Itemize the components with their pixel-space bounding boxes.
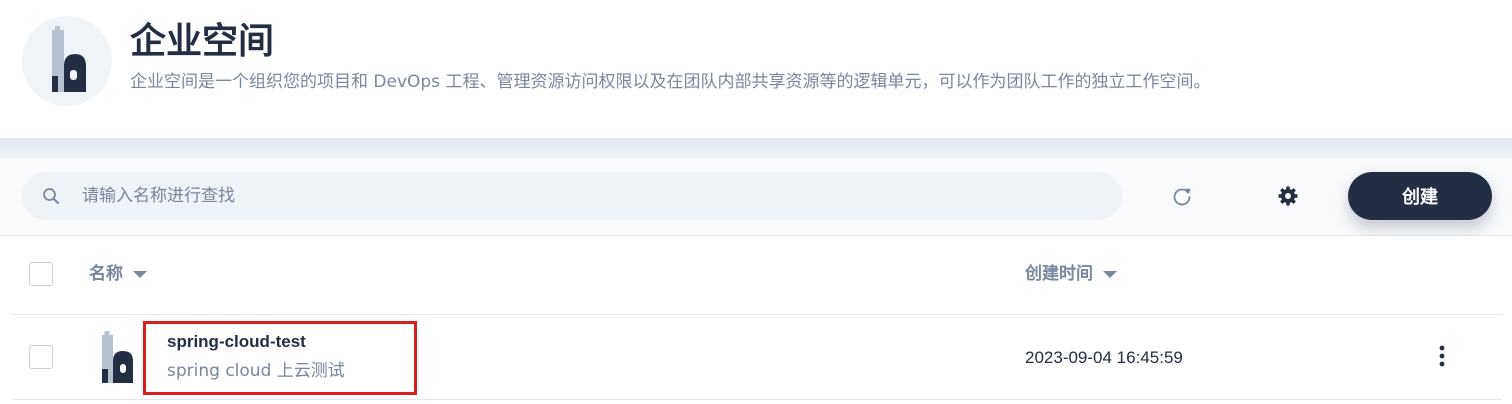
gear-icon — [1278, 186, 1298, 206]
sort-caret-icon — [1103, 270, 1117, 278]
more-vertical-icon — [1439, 345, 1445, 367]
workspace-building-icon — [98, 329, 142, 385]
workspace-name-link[interactable]: spring-cloud-test — [167, 331, 306, 353]
column-header-created-time-label: 创建时间 — [1025, 264, 1093, 284]
more-actions-button[interactable] — [1428, 341, 1456, 371]
page-header: 企业空间 企业空间是一个组织您的项目和 DevOps 工程、管理资源访问权限以及… — [0, 0, 1512, 138]
column-header-name[interactable]: 名称 — [89, 262, 147, 286]
workspace-description: spring cloud 上云测试 — [167, 361, 345, 381]
workspace-created-time: 2023-09-04 16:45:59 — [1025, 348, 1183, 367]
create-button[interactable]: 创建 — [1348, 172, 1492, 220]
header-divider — [0, 138, 1512, 158]
sort-caret-icon — [133, 270, 147, 278]
search-input[interactable] — [82, 172, 1102, 220]
row-checkbox[interactable] — [29, 345, 53, 369]
column-header-name-label: 名称 — [89, 264, 123, 284]
table-row[interactable]: spring-cloud-test spring cloud 上云测试 2023… — [12, 314, 1502, 400]
workspace-list-panel: 创建 名称 创建时间 spring-cloud-test spring clou… — [0, 158, 1512, 404]
column-header-created-time[interactable]: 创建时间 — [1025, 262, 1117, 286]
search-box[interactable] — [22, 172, 1122, 220]
refresh-button[interactable] — [1168, 182, 1196, 210]
page-description: 企业空间是一个组织您的项目和 DevOps 工程、管理资源访问权限以及在团队内部… — [130, 72, 1211, 92]
refresh-icon — [1173, 188, 1191, 206]
settings-button[interactable] — [1274, 182, 1302, 210]
page-title: 企业空间 — [130, 21, 275, 62]
workspace-building-icon — [22, 16, 112, 106]
search-icon — [43, 188, 59, 204]
table-header: 名称 创建时间 — [0, 236, 1512, 314]
select-all-checkbox[interactable] — [29, 262, 53, 286]
toolbar: 创建 — [0, 158, 1512, 236]
